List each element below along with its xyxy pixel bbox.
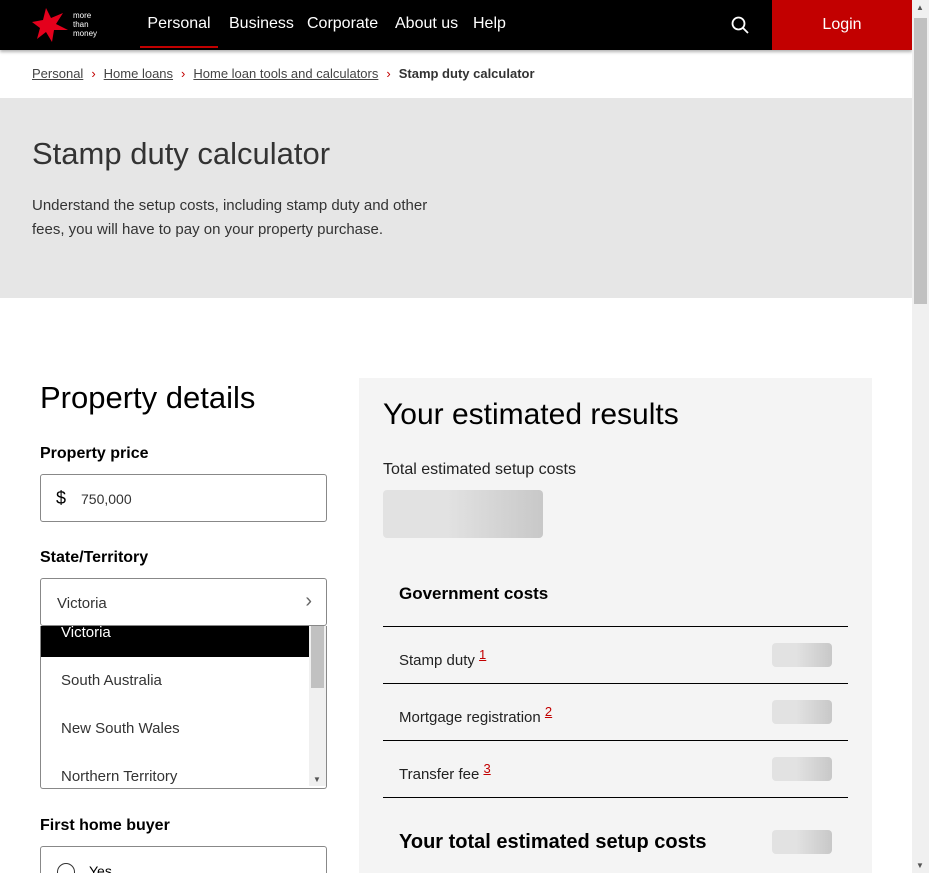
chevron-right-icon: ›	[181, 66, 186, 81]
logo[interactable]: more than money	[32, 8, 112, 42]
nav-help[interactable]: Help	[473, 15, 506, 33]
first-home-buyer-yes[interactable]: Yes	[40, 846, 327, 873]
state-dropdown-list: Victoria South Australia New South Wales…	[40, 626, 327, 789]
results-panel: Your estimated results Total estimated s…	[359, 378, 872, 873]
state-value: Victoria	[57, 595, 107, 612]
yes-label: Yes	[89, 863, 112, 873]
nav-business[interactable]: Business	[229, 15, 294, 33]
total-label: Total estimated setup costs	[383, 461, 576, 478]
option-new-south-wales[interactable]: New South Wales	[41, 705, 310, 753]
option-victoria[interactable]: Victoria	[41, 626, 310, 657]
price-label: Property price	[40, 445, 149, 462]
cost-row-transfer-fee: Transfer fee 3	[383, 740, 848, 797]
currency-symbol: $	[56, 488, 67, 508]
nav-corporate[interactable]: Corporate	[307, 15, 378, 33]
hero: Stamp duty calculator Understand the set…	[0, 98, 912, 298]
scroll-down-arrow-icon[interactable]: ▼	[313, 775, 321, 784]
page-description: Understand the setup costs, including st…	[32, 197, 428, 238]
option-south-australia[interactable]: South Australia	[41, 657, 310, 705]
footnote-link[interactable]: 3	[483, 761, 490, 776]
option-northern-territory[interactable]: Northern Territory	[41, 753, 310, 788]
results-title: Your estimated results	[383, 398, 679, 431]
radio-icon[interactable]	[57, 863, 75, 873]
dropdown-scrollbar[interactable]: ▼	[309, 626, 326, 786]
breadcrumb-tools[interactable]: Home loan tools and calculators	[193, 66, 378, 81]
page-scrollbar[interactable]: ▲ ▼	[912, 0, 929, 873]
search-icon[interactable]	[731, 16, 749, 34]
cost-row-stamp-duty: Stamp duty 1	[383, 626, 848, 683]
star-logo-icon	[32, 8, 68, 42]
chevron-right-icon: ›	[386, 66, 391, 81]
state-label: State/Territory	[40, 549, 149, 566]
grand-total-row: Your total estimated setup costs	[383, 797, 848, 873]
breadcrumb-current: Stamp duty calculator	[398, 66, 535, 81]
price-input[interactable]: $ 750,000	[40, 474, 327, 522]
breadcrumb-home-loans[interactable]: Home loans	[104, 66, 173, 81]
login-button[interactable]: Login	[772, 0, 912, 50]
logo-text: more than money	[73, 11, 98, 38]
top-nav: more than money Personal Business Corporat…	[0, 0, 912, 50]
nav-personal[interactable]: Personal	[140, 15, 218, 48]
chevron-right-icon: ›	[305, 590, 312, 612]
state-select[interactable]: Victoria ›	[40, 578, 327, 626]
breadcrumb: Personal › Home loans › Home loan tools an…	[32, 66, 535, 81]
total-placeholder	[383, 490, 543, 538]
property-details-title: Property details	[40, 380, 256, 415]
gov-costs-title: Government costs	[399, 584, 549, 603]
page-title: Stamp duty calculator	[32, 136, 331, 171]
nav-about-us[interactable]: About us	[395, 15, 458, 33]
footnote-link[interactable]: 2	[545, 704, 552, 719]
chevron-right-icon: ›	[91, 66, 96, 81]
cost-row-mortgage-registration: Mortgage registration 2	[383, 683, 848, 740]
breadcrumb-personal[interactable]: Personal	[32, 66, 83, 81]
price-value: 750,000	[81, 491, 132, 507]
footnote-link[interactable]: 1	[479, 647, 486, 662]
first-home-buyer-label: First home buyer	[40, 817, 170, 834]
